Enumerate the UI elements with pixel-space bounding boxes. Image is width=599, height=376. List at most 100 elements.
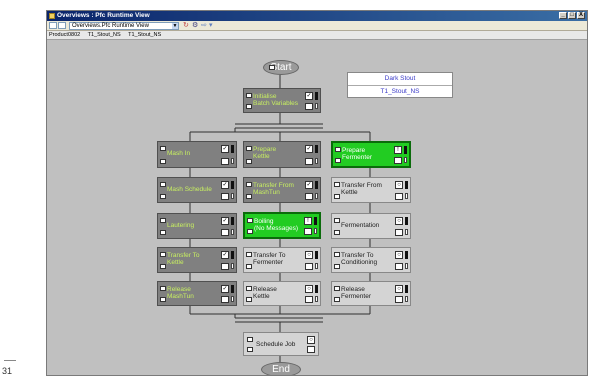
step-initialise[interactable]: Initialise Batch Variables ✓ [243,88,321,113]
step-checkbox-secondary[interactable] [246,159,252,164]
step-transfer-from-kettle[interactable]: Transfer From Kettle ○ [331,177,411,203]
status-bar-secondary [231,158,234,164]
status-box [221,296,229,303]
step-release-kettle[interactable]: Release Kettle ○ [243,281,321,306]
chevron-down-icon: ▼ [172,23,178,29]
step-checkbox[interactable] [160,182,166,187]
status-running-icon: ! [394,146,402,154]
step-transfer-to-conditioning[interactable]: Transfer To Conditioning ○ [331,247,411,273]
step-transfer-to-kettle[interactable]: Transfer To Kettle ✓ [157,247,237,273]
step-checkbox[interactable] [246,182,252,187]
app-icon [49,13,55,19]
back-icon[interactable] [49,22,57,29]
minimize-button[interactable]: _ [559,12,567,19]
step-release-fermenter[interactable]: Release Fermenter ○ [331,281,411,306]
status-bar-secondary [405,193,408,199]
status-bar-secondary [315,158,318,164]
step-checkbox[interactable] [334,252,340,257]
step-boiling[interactable]: Boiling (No Messages) ! [243,212,321,239]
step-checkbox[interactable] [246,252,252,257]
step-mash-schedule[interactable]: Mash Schedule ✓ [157,177,237,203]
step-checkbox-secondary[interactable] [160,264,166,269]
step-checkbox-secondary[interactable] [334,230,340,235]
step-release-mashtun[interactable]: Release MashTun ✓ [157,281,237,306]
step-checkbox-secondary[interactable] [160,194,166,199]
step-checkbox-secondary[interactable] [160,297,166,302]
step-checkbox[interactable] [246,146,252,151]
status-box [394,157,402,164]
status-box [221,229,229,236]
step-checkbox-secondary[interactable] [334,194,340,199]
maximize-button[interactable]: □ [568,12,576,19]
breadcrumb-procedure[interactable]: T1_Stout_NS [128,32,161,38]
status-bar-secondary [315,103,318,109]
step-prepare-kettle[interactable]: Prepare Kettle ✓ [243,141,321,168]
status-bar-secondary [231,229,234,235]
step-checkbox-secondary[interactable] [247,347,253,352]
step-checkbox[interactable] [334,218,340,223]
runtime-window: Overviews : Pfc Runtime View _ □ X Overv… [46,10,588,376]
status-box [305,158,313,165]
step-label: Transfer To Kettle [167,252,200,266]
arrow-icon[interactable]: ⇨ [201,22,207,30]
step-checkbox[interactable] [160,252,166,257]
title-bar[interactable]: Overviews : Pfc Runtime View _ □ X [47,11,587,21]
status-bar-secondary [404,157,407,163]
start-node[interactable]: Start [263,60,299,75]
status-box [305,296,313,303]
step-checkbox[interactable] [247,337,253,342]
step-label: Boiling (No Messages) [254,218,299,232]
step-checkbox-secondary[interactable] [246,194,252,199]
breadcrumb-product[interactable]: Product0802 [49,32,80,38]
step-transfer-from-mashtun[interactable]: Transfer From MashTun ✓ [243,177,321,203]
step-checkbox-secondary[interactable] [160,230,166,235]
step-checkbox-secondary[interactable] [160,159,166,164]
breadcrumb-batch[interactable]: T1_Stout_NS [88,32,121,38]
step-checkbox-secondary[interactable] [246,104,252,109]
step-mash-in[interactable]: Mash In ✓ [157,141,237,168]
step-checkbox-secondary[interactable] [246,264,252,269]
end-node[interactable]: End [261,362,301,375]
status-done-icon: ✓ [305,181,313,189]
status-pending-icon: ○ [395,251,403,259]
status-bar-secondary [314,228,317,234]
status-done-icon: ✓ [221,251,229,259]
settings-icon[interactable]: ⚙ [192,22,198,30]
step-checkbox[interactable] [334,182,340,187]
page-divider-left [4,360,16,361]
status-bar [231,145,234,153]
step-checkbox-secondary[interactable] [247,229,253,234]
product-name: Dark Stout [348,73,452,86]
step-lautering[interactable]: Lautering ✓ [157,213,237,239]
step-checkbox-secondary[interactable] [334,264,340,269]
step-schedule-job[interactable]: Schedule Job ○ [243,332,319,356]
step-checkbox[interactable] [335,147,341,152]
step-checkbox[interactable] [334,286,340,291]
step-checkbox[interactable] [246,93,252,98]
status-box [307,346,315,353]
step-checkbox[interactable] [247,218,253,223]
toolbar: Overviews.Pfc Runtime View ▼ ↻ ⚙ ⇨ ▾ [47,21,587,31]
step-checkbox-secondary[interactable] [246,297,252,302]
step-label: Schedule Job [256,341,296,348]
step-checkbox[interactable] [160,218,166,223]
status-bar-secondary [405,263,408,269]
step-checkbox-secondary[interactable] [335,158,341,163]
step-checkbox[interactable] [160,146,166,151]
start-checkbox[interactable] [269,65,275,70]
step-checkbox[interactable] [160,286,166,291]
view-select[interactable]: Overviews.Pfc Runtime View ▼ [69,22,179,30]
step-prepare-fermenter[interactable]: Prepare Fermenter ! [331,141,411,168]
step-transfer-to-fermenter[interactable]: Transfer To Fermenter ○ [243,247,321,273]
dropdown-arrow-icon[interactable]: ▾ [209,22,213,30]
refresh-icon[interactable]: ↻ [183,22,189,30]
step-fermentation[interactable]: Fermentation ○ [331,213,411,239]
close-button[interactable]: X [577,12,585,19]
status-bar [231,251,234,259]
step-checkbox-secondary[interactable] [334,297,340,302]
step-checkbox[interactable] [246,286,252,291]
page-number-left: 31 [2,366,13,376]
status-box [305,103,313,110]
forward-icon[interactable] [58,22,66,29]
pfc-canvas: Start Dark Stout T1_Stout_NS Initialise … [47,40,587,375]
